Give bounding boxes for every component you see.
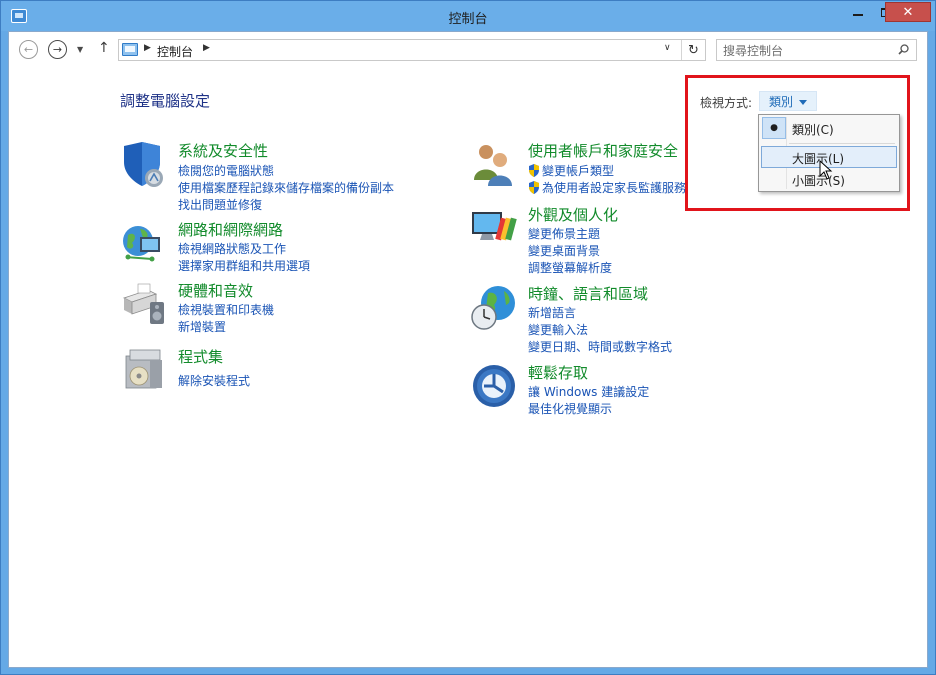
forward-button[interactable]: → <box>48 40 67 59</box>
back-arrow-icon: ← <box>23 43 34 56</box>
link-screen-resolution[interactable]: 調整螢幕解析度 <box>528 259 612 276</box>
search-icon[interactable] <box>898 44 909 55</box>
close-icon: ✕ <box>902 4 914 20</box>
link-homegroup[interactable]: 選擇家用群組和共用選項 <box>178 257 310 274</box>
search-box[interactable] <box>716 39 917 61</box>
uac-shield-icon <box>529 164 539 177</box>
link-text[interactable]: 變更帳戶類型 <box>542 164 614 178</box>
link-devices-printers[interactable]: 檢視裝置和印表機 <box>178 301 274 318</box>
users-icon[interactable] <box>470 140 518 188</box>
category-title[interactable]: 系統及安全性 <box>178 140 268 161</box>
link-desktop-background[interactable]: 變更桌面背景 <box>528 242 600 259</box>
globe-clock-icon[interactable] <box>470 283 518 331</box>
link-date-time-format[interactable]: 變更日期、時間或數字格式 <box>528 338 672 355</box>
link-text[interactable]: 為使用者設定家長監護服務 <box>542 181 686 195</box>
page-title: 調整電腦設定 <box>120 92 211 110</box>
minimize-button[interactable] <box>843 2 873 22</box>
link-add-language[interactable]: 新增語言 <box>528 304 576 321</box>
network-globe-icon[interactable] <box>120 219 168 267</box>
back-button[interactable]: ← <box>19 40 38 59</box>
annotation-highlight-box <box>685 75 910 211</box>
link-windows-suggest-settings[interactable]: 讓 Windows 建議設定 <box>528 383 649 400</box>
category-title[interactable]: 硬體和音效 <box>178 280 253 301</box>
up-button[interactable]: ↑ <box>98 40 110 56</box>
breadcrumb-separator-icon[interactable]: ▶ <box>144 43 151 53</box>
up-arrow-icon: ↑ <box>98 40 110 56</box>
category-title[interactable]: 外觀及個人化 <box>528 204 618 225</box>
link-add-device[interactable]: 新增裝置 <box>178 318 226 335</box>
link-change-account-type[interactable]: 變更帳戶類型 <box>528 162 614 179</box>
category-title[interactable]: 輕鬆存取 <box>528 362 588 383</box>
shield-icon[interactable] <box>120 140 168 188</box>
breadcrumb-control-panel[interactable]: 控制台 <box>157 43 193 60</box>
window-title: 控制台 <box>448 12 488 27</box>
forward-arrow-icon: → <box>52 43 63 56</box>
link-change-input-method[interactable]: 變更輸入法 <box>528 321 588 338</box>
link-network-status[interactable]: 檢視網路狀態及工作 <box>178 240 286 257</box>
close-button[interactable]: ✕ <box>885 2 931 22</box>
link-optimize-visual-display[interactable]: 最佳化視覺顯示 <box>528 400 612 417</box>
control-panel-window: 控制台 ✕ ← → ▼ ↑ ▶ 控制台 ▶ ∨ ↻ 搜尋控制台 系統及安全性 檢… <box>0 0 936 675</box>
link-change-theme[interactable]: 變更佈景主題 <box>528 225 600 242</box>
category-title[interactable]: 使用者帳戶和家庭安全 <box>528 140 678 161</box>
search-input[interactable] <box>723 43 893 58</box>
control-panel-icon <box>122 43 138 56</box>
link-file-history[interactable]: 使用檔案歷程記錄來儲存檔案的備份副本 <box>178 179 394 196</box>
link-parental-controls[interactable]: 為使用者設定家長監護服務 <box>528 179 686 196</box>
link-review-status[interactable]: 檢閱您的電腦狀態 <box>178 162 274 179</box>
refresh-button[interactable]: ↻ <box>681 40 705 60</box>
refresh-icon: ↻ <box>688 42 699 58</box>
navigation-bar: ← → ▼ ↑ ▶ 控制台 ▶ ∨ ↻ <box>9 32 927 68</box>
category-title[interactable]: 時鐘、語言和區域 <box>528 283 648 304</box>
chevron-down-icon: ▼ <box>77 45 84 54</box>
breadcrumb-separator-icon[interactable]: ▶ <box>203 43 210 53</box>
programs-box-icon[interactable] <box>120 346 168 394</box>
uac-shield-icon <box>529 181 539 194</box>
minimize-icon <box>853 14 863 16</box>
address-bar[interactable]: ▶ 控制台 ▶ ∨ ↻ <box>118 39 706 61</box>
monitor-paint-icon[interactable] <box>470 204 518 252</box>
title-bar[interactable]: 控制台 ✕ <box>1 1 935 31</box>
printer-speaker-icon[interactable] <box>120 280 168 328</box>
category-title[interactable]: 程式集 <box>178 346 223 367</box>
recent-locations-button[interactable]: ▼ <box>77 45 83 54</box>
ease-of-access-icon[interactable] <box>470 362 518 410</box>
address-history-dropdown-icon[interactable]: ∨ <box>664 43 671 53</box>
client-area: ← → ▼ ↑ ▶ 控制台 ▶ ∨ ↻ 搜尋控制台 系統及安全性 檢閱您的電腦狀… <box>8 31 928 668</box>
category-title[interactable]: 網路和網際網路 <box>178 219 283 240</box>
link-uninstall-program[interactable]: 解除安裝程式 <box>178 372 250 389</box>
link-troubleshoot[interactable]: 找出問題並修復 <box>178 196 262 213</box>
